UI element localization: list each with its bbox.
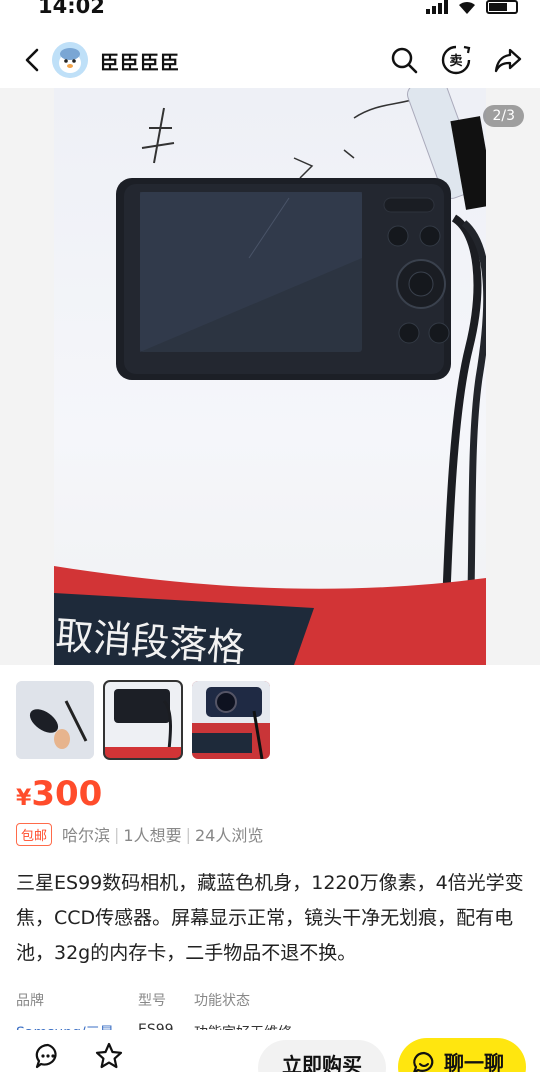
thumbnail-3[interactable] — [192, 681, 270, 759]
chat-button-label: 聊一聊 — [444, 1051, 504, 1072]
svg-text:卖: 卖 — [449, 53, 462, 69]
meta-row: 包邮 哈尔滨 | 1人想要 | 24人浏览 — [16, 822, 263, 846]
avatar[interactable] — [52, 42, 88, 78]
attribute-value: ES99 — [138, 1022, 174, 1030]
attribute-key: 功能状态 — [194, 993, 250, 1009]
product-photo[interactable]: 取消段落格 — [54, 88, 486, 665]
thumbnail-2[interactable] — [103, 680, 183, 760]
attribute-value: 功能完好无维修 — [194, 1022, 292, 1030]
divider: | — [185, 824, 191, 844]
attribute-condition: 功能状态 功能完好无维修 — [194, 990, 292, 1030]
attribute-table: 品牌 Samsung/三星 型号 ES99 功能状态 功能完好无维修 — [16, 990, 528, 1030]
sell-icon[interactable]: 卖 — [440, 44, 472, 76]
product-description: 三星ES99数码相机，藏蓝色机身，1220万像素，4倍光学变焦，CCD传感器。屏… — [16, 872, 524, 964]
back-icon[interactable] — [20, 46, 44, 74]
free-shipping-tag: 包邮 — [16, 822, 53, 846]
thumbnail-2-image — [104, 681, 182, 759]
bottom-action-bar: 立即购买 聊一聊 — [0, 1030, 540, 1072]
divider: | — [114, 824, 120, 844]
page-indicator: 2/3 — [483, 105, 524, 127]
top-nav-bar: 臣臣臣臣 卖 — [0, 34, 540, 86]
status-time: 14:02 — [38, 0, 105, 18]
search-icon[interactable] — [388, 44, 420, 76]
attribute-key: 型号 — [138, 993, 166, 1009]
thumbnail-3-image — [192, 681, 270, 759]
thumbnail-1[interactable] — [16, 681, 94, 759]
attribute-value[interactable]: Samsung/三星 — [16, 1022, 114, 1030]
location-text: 哈尔滨 — [62, 826, 111, 845]
attribute-model: 型号 ES99 — [138, 990, 174, 1030]
wifi-icon — [459, 1, 475, 14]
camera-photo-illustration: 取消段落格 — [54, 88, 486, 665]
comment-icon[interactable] — [34, 1042, 62, 1070]
views-count: 24人浏览 — [195, 826, 264, 845]
signal-icon — [426, 0, 448, 14]
battery-icon — [486, 0, 518, 14]
chat-bubble-icon — [413, 1051, 434, 1072]
currency-symbol: ¥ — [16, 786, 32, 811]
price: ¥300 — [16, 774, 102, 814]
price-value: 300 — [31, 774, 103, 814]
wants-count: 1人想要 — [123, 826, 182, 845]
buy-now-button[interactable]: 立即购买 — [258, 1040, 386, 1072]
chat-button[interactable]: 聊一聊 — [398, 1038, 526, 1072]
thumbnail-1-image — [16, 681, 94, 759]
status-bar: 14:02 — [0, 0, 540, 22]
share-icon[interactable] — [492, 44, 524, 76]
avatar-image — [52, 42, 88, 78]
seller-username[interactable]: 臣臣臣臣 — [100, 48, 180, 75]
status-icons — [426, 0, 518, 14]
thumbnail-strip — [16, 680, 270, 760]
attribute-key: 品牌 — [16, 993, 44, 1009]
favorite-icon[interactable] — [95, 1042, 123, 1070]
image-gallery[interactable]: 取消段落格 2/3 — [0, 88, 540, 665]
attribute-brand: 品牌 Samsung/三星 — [16, 990, 114, 1030]
